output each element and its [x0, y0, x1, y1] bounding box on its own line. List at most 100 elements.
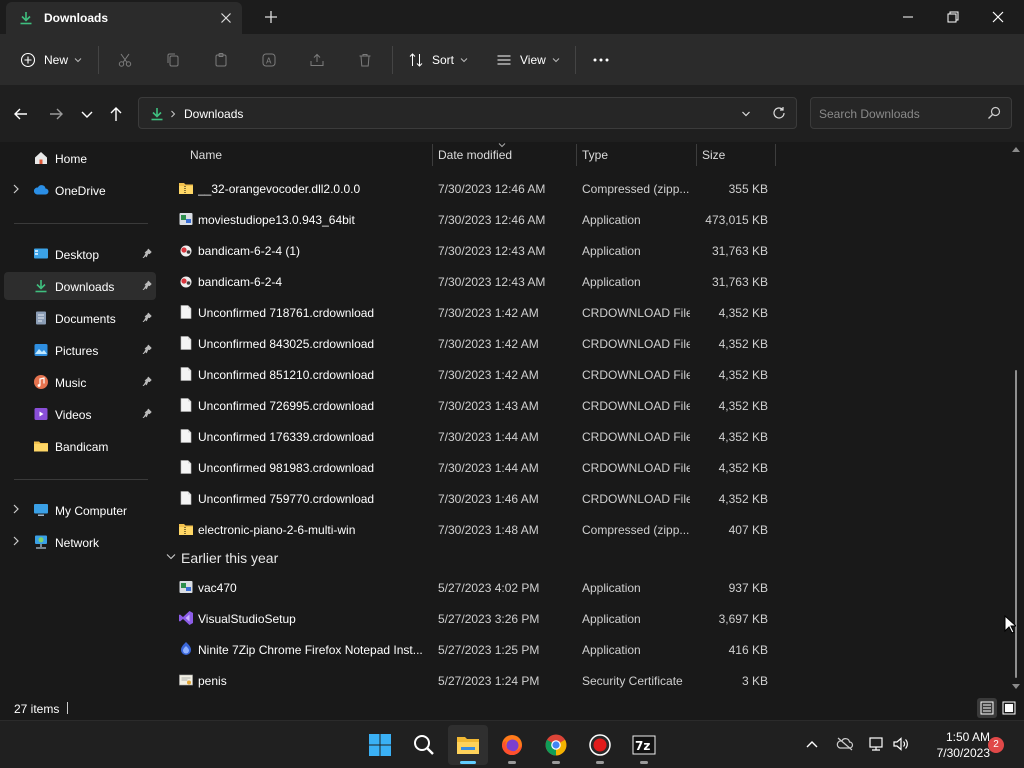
sidebar-item-my-computer[interactable]: My Computer — [4, 496, 156, 524]
sidebar-item-home[interactable]: Home — [4, 144, 156, 172]
tiles-view-button[interactable] — [999, 698, 1019, 718]
taskbar-chrome[interactable] — [536, 725, 576, 765]
maximize-button[interactable] — [931, 4, 975, 30]
file-row[interactable]: Unconfirmed 718761.crdownload 7/30/2023 1… — [170, 297, 780, 327]
sort-button[interactable]: Sort — [408, 46, 468, 74]
file-date: 7/30/2023 1:48 AM — [438, 523, 539, 537]
tab-downloads[interactable]: Downloads — [6, 2, 242, 34]
network-status-icon[interactable] — [868, 736, 886, 752]
system-clock[interactable]: 1:50 AM 7/30/2023 — [920, 729, 990, 761]
svg-text:A: A — [266, 57, 272, 66]
chevron-right-icon[interactable] — [12, 536, 20, 546]
file-row[interactable]: Unconfirmed 851210.crdownload 7/30/2023 1… — [170, 359, 780, 389]
pin-icon[interactable] — [142, 408, 152, 418]
search-icon[interactable] — [987, 106, 1001, 120]
file-name: Unconfirmed 851210.crdownload — [198, 368, 375, 382]
file-size: 4,352 KB — [718, 461, 768, 475]
sidebar-item-pictures[interactable]: Pictures — [4, 336, 156, 364]
file-row[interactable]: Ninite 7Zip Chrome Firefox Notepad Inst.… — [170, 634, 780, 664]
file-row[interactable]: moviestudiope13.0.943_64bit 7/30/2023 12:… — [170, 204, 780, 234]
start-button[interactable] — [360, 725, 400, 765]
file-row[interactable]: Unconfirmed 981983.crdownload 7/30/2023 1… — [170, 452, 780, 482]
details-view-button[interactable] — [977, 698, 997, 718]
onedrive-offline-icon[interactable] — [836, 736, 854, 752]
scroll-down-icon[interactable] — [1012, 684, 1020, 690]
file-row[interactable]: __32-orangevocoder.dll2.0.0.0 7/30/2023 1… — [170, 173, 780, 203]
column-header-size[interactable]: Size — [702, 148, 725, 168]
file-row[interactable]: Unconfirmed 759770.crdownload 7/30/2023 1… — [170, 483, 780, 513]
taskbar-recorder[interactable] — [580, 725, 620, 765]
refresh-icon[interactable] — [772, 106, 786, 120]
copy-button[interactable] — [165, 46, 181, 74]
file-row[interactable]: bandicam-6-2-4 7/30/2023 12:43 AM Applicat… — [170, 266, 780, 296]
sidebar-item-onedrive[interactable]: OneDrive — [4, 176, 156, 204]
taskbar-7zip[interactable]: 7z — [624, 725, 664, 765]
close-tab-icon[interactable] — [218, 10, 234, 26]
cut-button[interactable] — [117, 46, 133, 74]
file-icon — [178, 304, 194, 320]
chevron-right-icon[interactable] — [12, 184, 20, 194]
chevron-down-icon[interactable] — [741, 109, 751, 119]
sidebar-item-documents[interactable]: Documents — [4, 304, 156, 332]
file-row[interactable]: bandicam-6-2-4 (1) 7/30/2023 12:43 AM Appl… — [170, 235, 780, 265]
column-header-date[interactable]: Date modified — [438, 148, 512, 168]
new-tab-icon[interactable] — [262, 8, 280, 26]
file-row[interactable]: vac470 5/27/2023 4:02 PM Application 937 KB — [170, 572, 780, 602]
sidebar-divider — [14, 223, 148, 224]
back-arrow-icon[interactable] — [11, 104, 31, 124]
pin-icon[interactable] — [142, 280, 152, 290]
pin-icon[interactable] — [142, 248, 152, 258]
rename-button[interactable]: A — [261, 46, 277, 74]
paste-button[interactable] — [213, 46, 229, 74]
sidebar-item-network[interactable]: Network — [4, 528, 156, 556]
taskbar-file-explorer[interactable] — [448, 725, 488, 765]
show-hidden-icons-icon[interactable] — [806, 739, 818, 749]
pin-icon[interactable] — [142, 312, 152, 322]
file-size: 31,763 KB — [711, 275, 768, 289]
close-window-button[interactable] — [976, 4, 1020, 30]
taskbar-firefox[interactable] — [492, 725, 532, 765]
column-divider[interactable] — [696, 144, 697, 166]
sidebar-item-music[interactable]: Music — [4, 368, 156, 396]
vertical-scrollbar[interactable] — [1010, 142, 1022, 696]
column-header-name[interactable]: Name — [190, 148, 222, 168]
sidebar-item-bandicam[interactable]: Bandicam — [4, 432, 156, 460]
taskbar-search-button[interactable] — [404, 725, 444, 765]
scroll-up-icon[interactable] — [1012, 146, 1020, 152]
volume-icon[interactable] — [892, 736, 910, 752]
more-options-button[interactable] — [592, 46, 610, 74]
up-arrow-icon[interactable] — [106, 104, 126, 124]
chevron-right-icon[interactable] — [12, 504, 20, 514]
new-button[interactable]: New — [20, 46, 82, 74]
sidebar-item-downloads[interactable]: Downloads — [4, 272, 156, 300]
minimize-button[interactable] — [886, 4, 930, 30]
share-button[interactable] — [309, 46, 325, 74]
column-divider[interactable] — [775, 144, 776, 166]
breadcrumb-downloads[interactable]: Downloads — [184, 107, 243, 121]
forward-arrow-icon[interactable] — [46, 104, 66, 124]
notification-badge[interactable]: 2 — [988, 737, 1004, 753]
delete-button[interactable] — [357, 46, 373, 74]
column-header-type[interactable]: Type — [582, 148, 608, 168]
file-row[interactable]: VisualStudioSetup 5/27/2023 3:26 PM Applic… — [170, 603, 780, 633]
pin-icon[interactable] — [142, 344, 152, 354]
address-bar[interactable]: Downloads — [138, 97, 797, 129]
file-row[interactable]: penis 5/27/2023 1:24 PM Security Certifica… — [170, 665, 780, 695]
file-row[interactable]: Unconfirmed 176339.crdownload 7/30/2023 1… — [170, 421, 780, 451]
file-row[interactable]: Unconfirmed 726995.crdownload 7/30/2023 1… — [170, 390, 780, 420]
download-icon — [151, 108, 163, 121]
column-divider[interactable] — [432, 144, 433, 166]
sidebar-item-videos[interactable]: Videos — [4, 400, 156, 428]
view-button[interactable]: View — [496, 46, 560, 74]
recent-locations-icon[interactable] — [77, 104, 97, 124]
pin-icon[interactable] — [142, 376, 152, 386]
sidebar-item-desktop[interactable]: Desktop — [4, 240, 156, 268]
file-row[interactable]: Unconfirmed 843025.crdownload 7/30/2023 1… — [170, 328, 780, 358]
file-row[interactable]: electronic-piano-2-6-multi-win 7/30/2023 … — [170, 514, 780, 544]
chevron-right-icon[interactable] — [169, 110, 177, 118]
sidebar-item-label: Downloads — [55, 280, 115, 294]
navigation-row: Downloads — [0, 86, 1024, 142]
column-divider[interactable] — [576, 144, 577, 166]
search-input[interactable] — [819, 105, 979, 123]
more-icon — [593, 58, 609, 62]
